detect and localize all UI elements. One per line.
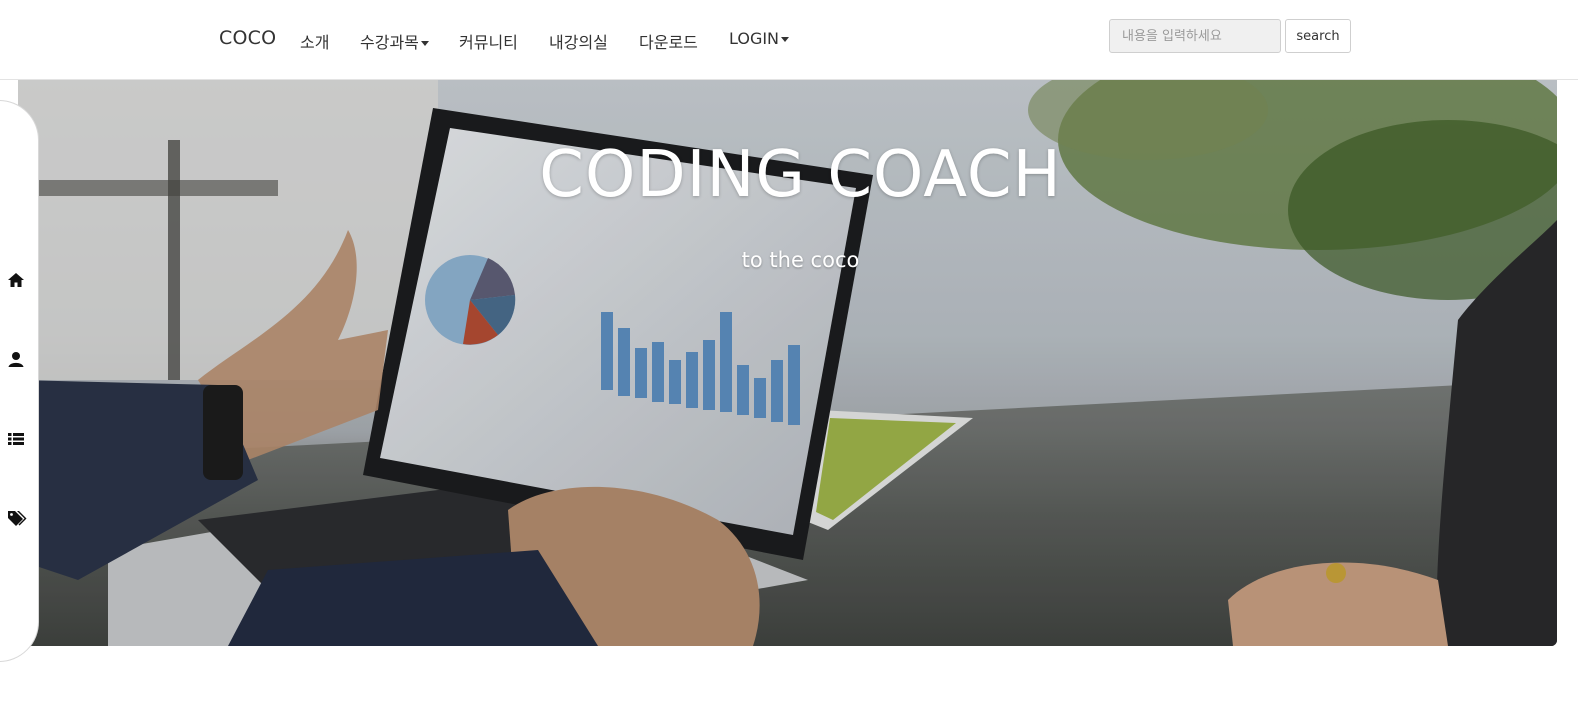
home-icon[interactable]: [7, 271, 25, 289]
nav-item-download[interactable]: 다운로드: [639, 29, 698, 53]
nav-item-intro[interactable]: 소개: [300, 29, 329, 53]
side-quick-menu: [0, 100, 39, 662]
search-button[interactable]: search: [1285, 19, 1351, 53]
caret-down-icon: [420, 41, 429, 46]
tags-icon[interactable]: [7, 509, 27, 527]
list-icon[interactable]: [7, 430, 25, 448]
nav-item-my-classroom[interactable]: 내강의실: [549, 29, 608, 53]
nav-item-label: 다운로드: [639, 33, 698, 52]
hero-subtitle: to the coco: [741, 248, 860, 272]
brand-logo[interactable]: COCO: [219, 27, 276, 49]
hero-title: CODING COACH: [539, 138, 1062, 212]
top-navbar: COCO 소개 수강과목 커뮤니티 내강의실 다운로드 LOGIN search: [0, 0, 1578, 80]
nav-item-courses[interactable]: 수강과목: [360, 29, 429, 53]
caret-down-icon: [781, 37, 790, 42]
hero-banner: CODING COACH to the coco: [18, 80, 1557, 646]
nav-item-label: 소개: [300, 33, 330, 52]
nav-item-label: 수강과목: [360, 33, 419, 52]
search-input[interactable]: [1109, 19, 1281, 53]
nav-item-label: LOGIN: [729, 29, 780, 48]
nav-item-login[interactable]: LOGIN: [729, 29, 790, 48]
nav-item-label: 커뮤니티: [459, 33, 518, 52]
nav-item-community[interactable]: 커뮤니티: [459, 29, 518, 53]
nav-item-label: 내강의실: [549, 33, 608, 52]
user-icon[interactable]: [7, 350, 25, 368]
